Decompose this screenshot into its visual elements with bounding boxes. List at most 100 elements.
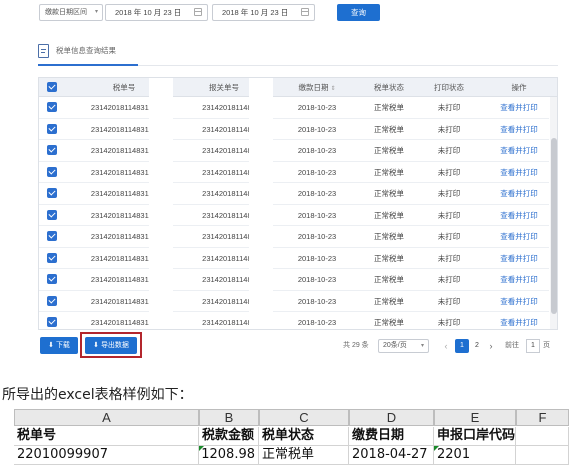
page-1-button[interactable]: 1 [455,339,469,353]
table-row: 2314201811483132 2314201811483 2018-10-23 正… [39,97,549,119]
chevron-down-icon: ▾ [94,9,98,15]
header-print-status: 打印状态 [434,83,464,92]
excel-data-cell: 22010099907 [14,446,199,465]
download-label: 下载 [55,342,70,349]
page-2-button[interactable]: 2 [471,339,483,353]
cell-status: 正常税单 [374,124,404,134]
cell-pay-date: 2018-10-23 [297,318,337,327]
excel-data-cell [516,446,569,465]
cell-action[interactable]: 查看并打印 [489,140,549,162]
table-row: 2314201811483136 2314201811483 2018-10-23 正… [39,269,549,291]
redaction-mask [249,78,273,329]
cell-pay-date: 2018-10-23 [297,146,337,155]
cell-print-status: 未打印 [437,146,461,155]
cell-print-status: 未打印 [437,275,461,284]
excel-column-header: F [516,409,569,426]
page-size-select[interactable]: 20条/页 ▾ [378,339,429,353]
tab-underline [38,64,138,66]
table-row: 2314201811483134 2314201811483 2018-10-23 正… [39,162,549,184]
query-button[interactable]: 查询 [337,4,380,21]
sort-icon[interactable]: ⇕ [330,86,335,92]
cell-action[interactable]: 查看并打印 [489,269,549,291]
prev-page-button[interactable]: ‹ [440,339,452,353]
cell-pay-date: 2018-10-23 [297,103,337,112]
row-checkbox[interactable] [47,252,57,263]
excel-data-cell: 正常税单 [259,446,349,465]
excel-header-cell-text: 缴费日期 [352,428,405,443]
next-page-button[interactable]: › [485,339,497,353]
excel-data-cell: 2018-04-27 [349,446,434,465]
chevron-down-icon: ▾ [420,343,424,349]
header-pay-date[interactable]: 缴款日期 ⇕ [277,78,357,97]
excel-header-cell: 税单状态 [259,427,349,446]
row-checkbox[interactable] [47,317,57,327]
excel-header-cell [516,427,569,446]
table-row: 2314201811483135 2314201811483 2018-10-23 正… [39,205,549,227]
row-checkbox[interactable] [47,274,57,284]
export-data-button[interactable]: ⬇ 导出数据 [85,337,137,354]
excel-column-header: C [259,409,349,426]
cell-action[interactable]: 查看并打印 [489,205,549,227]
row-checkbox[interactable] [47,102,57,112]
row-checkbox[interactable] [47,145,57,155]
cell-error-indicator-icon [434,446,439,451]
excel-column-header: A [14,409,199,426]
excel-header-cell: 申报口岸代码 [434,427,516,446]
cell-action[interactable]: 查看并打印 [489,183,549,205]
goto-page-input[interactable]: 1 [526,339,540,353]
download-icon: ⬇ [93,342,99,349]
cell-print-status: 未打印 [437,232,461,241]
excel-data-cell-text: 2201 [437,447,471,462]
calendar-icon[interactable] [301,8,309,16]
date-from-input[interactable]: 2018 年 10 月 23 日 [105,4,208,21]
excel-column-header: D [349,409,434,426]
cell-pay-date: 2018-10-23 [297,124,337,134]
excel-data-cell: 1208.98 [199,446,259,465]
row-checkbox[interactable] [47,166,57,177]
table-row: 2314201811483136 2314201811483 2018-10-23 正… [39,226,549,248]
cell-status: 正常税单 [374,167,404,177]
excel-header-cell-text: 税单状态 [262,428,315,443]
excel-header-cell-text: 税款金额 [202,428,255,443]
cell-action[interactable]: 查看并打印 [489,291,549,313]
excel-header-cell: 税单号 [14,427,199,446]
date-to-value: 2018 年 10 月 23 日 [222,8,289,17]
row-checkbox[interactable] [47,231,57,241]
page-size-value: 20条/页 [383,342,407,349]
row-checkbox[interactable] [47,188,57,198]
cell-action[interactable]: 查看并打印 [489,119,549,141]
table-row: 2314201811483133 2314201811483 2018-10-23 正… [39,119,549,141]
table-row: 2314201811483136 2314201811483 2018-10-23 正… [39,291,549,313]
cell-status: 正常税单 [374,103,404,112]
scrollbar-thumb[interactable] [551,138,557,314]
cell-action[interactable]: 查看并打印 [489,312,549,329]
cell-action[interactable]: 查看并打印 [489,97,549,119]
cell-action[interactable]: 查看并打印 [489,248,549,270]
cell-status: 正常税单 [374,232,404,241]
row-checkbox[interactable] [47,209,57,220]
cell-pay-date: 2018-10-23 [297,210,337,220]
cell-pay-date: 2018-10-23 [297,189,337,198]
date-type-select[interactable]: 缴款日期区间 ▾ [39,4,103,21]
cell-action[interactable]: 查看并打印 [489,226,549,248]
download-button[interactable]: ⬇ 下载 [40,337,78,354]
row-checkbox[interactable] [47,123,57,134]
table-row: 2314201811483136 2314201811483 2018-10-23 正… [39,248,549,270]
goto-label: 前往 [505,342,519,349]
calendar-icon[interactable] [194,8,202,16]
date-to-input[interactable]: 2018 年 10 月 23 日 [212,4,315,21]
select-all-checkbox[interactable] [47,82,57,92]
document-icon [38,44,49,58]
cell-print-status: 未打印 [437,210,461,220]
cell-print-status: 未打印 [437,318,461,327]
row-checkbox[interactable] [47,295,57,306]
cell-print-status: 未打印 [437,167,461,177]
date-type-value: 缴款日期区间 [45,9,87,16]
cell-action[interactable]: 查看并打印 [489,162,549,184]
cell-pay-date: 2018-10-23 [297,167,337,177]
table-row: 2314201811483136 2314201811483 2018-10-23 正… [39,312,549,329]
table-header: 税单号 报关单号 缴款日期 ⇕ 税单状态 打印状态 操作 [39,78,557,97]
filter-bar: 缴款日期区间 ▾ 2018 年 10 月 23 日 2018 年 10 月 23… [0,0,569,34]
header-action: 操作 [511,83,527,92]
cell-pay-date: 2018-10-23 [297,275,337,284]
